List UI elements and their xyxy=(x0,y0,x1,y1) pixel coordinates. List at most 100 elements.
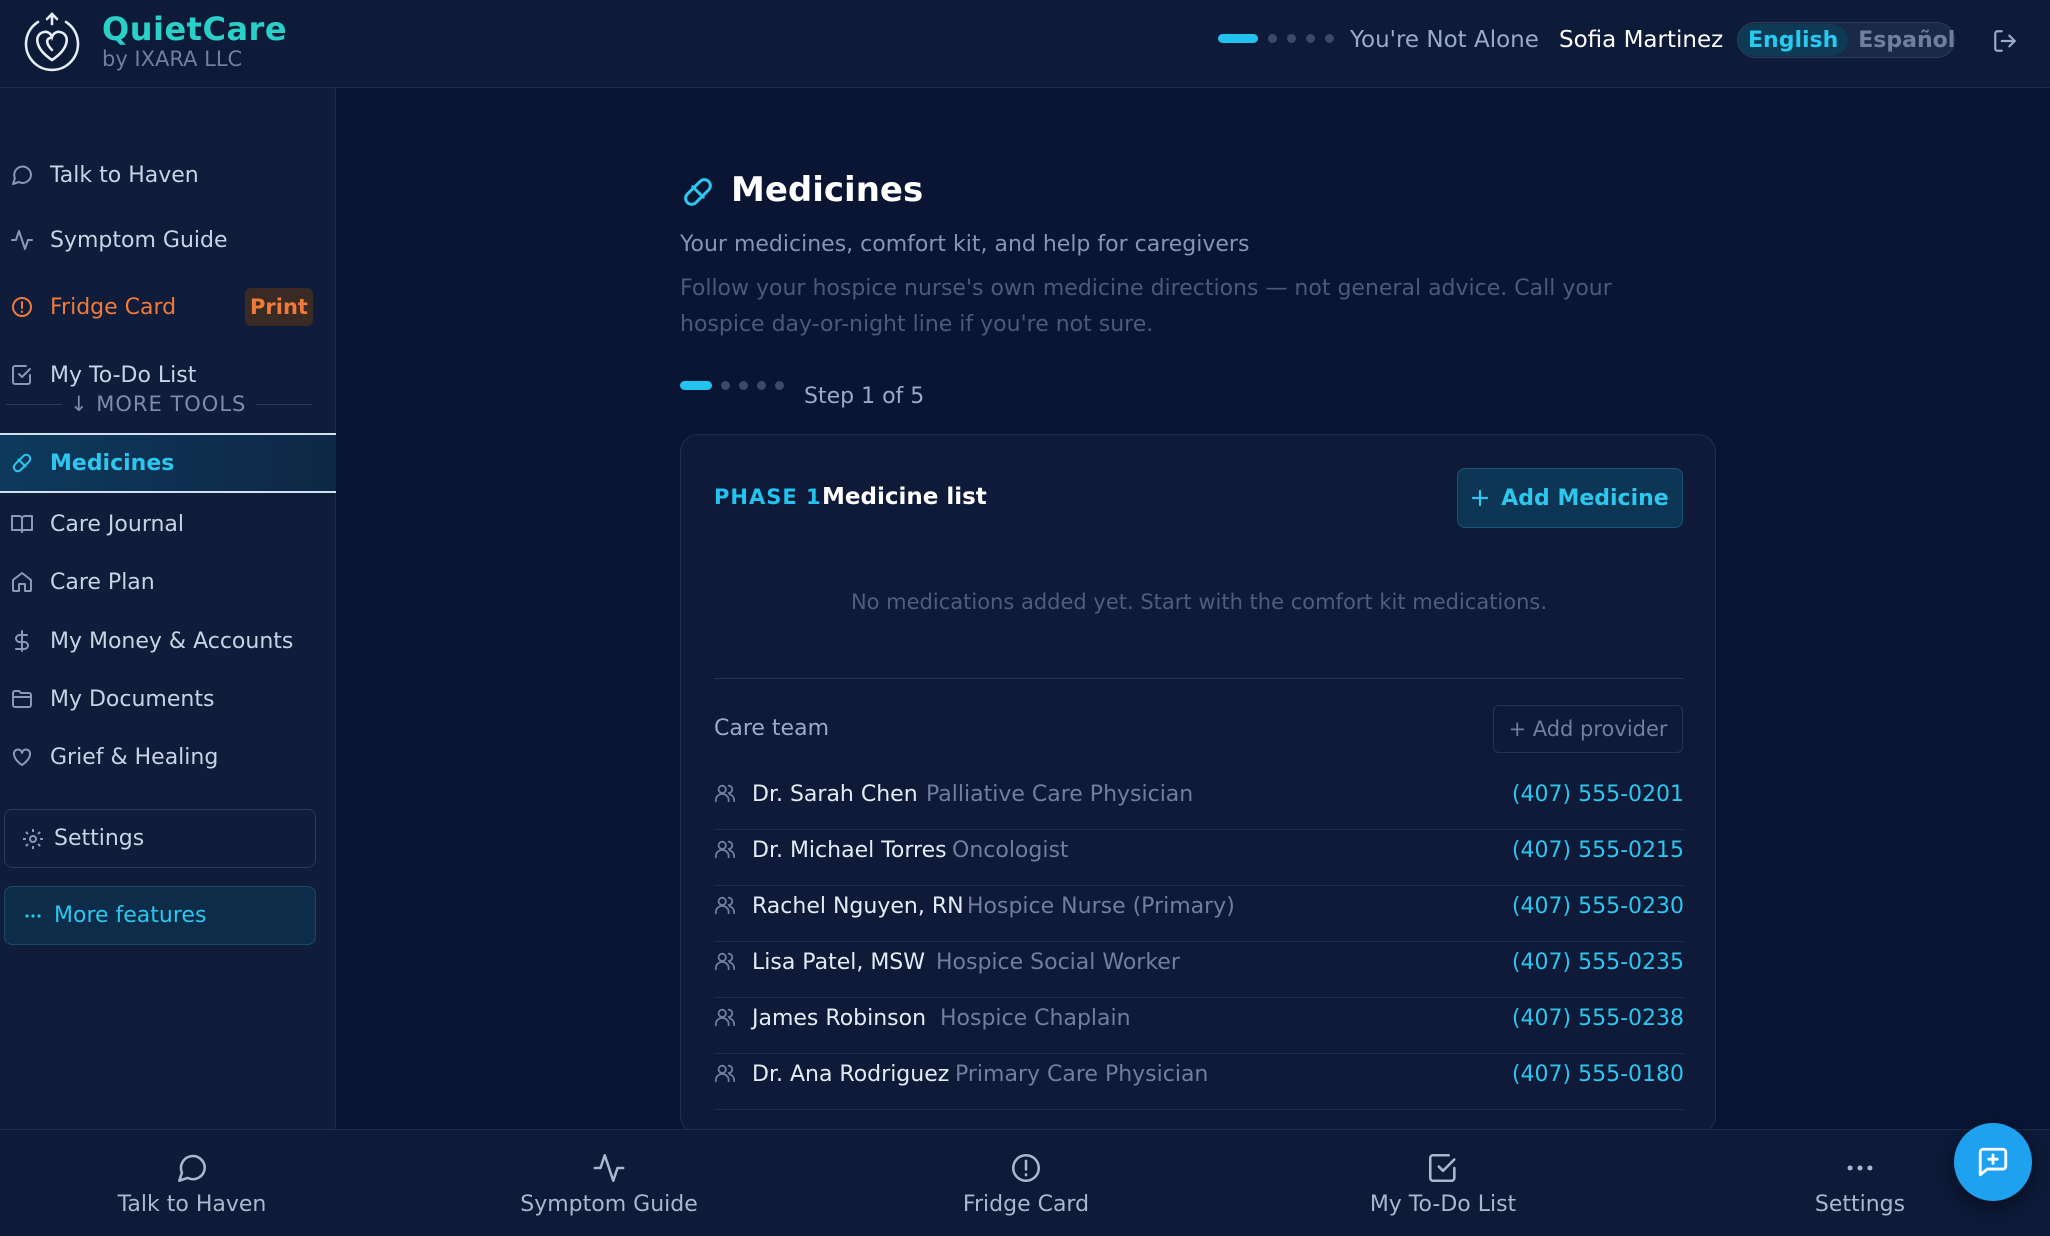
checkbox-icon xyxy=(1426,1151,1460,1185)
provider-phone-link[interactable]: (407) 555-0238 xyxy=(1512,1006,1684,1031)
home-icon xyxy=(10,570,34,594)
dollar-icon xyxy=(10,629,34,653)
quietcare-logo-icon[interactable] xyxy=(20,10,84,74)
provider-row[interactable]: Dr. Ana Rodriguez Primary Care Physician… xyxy=(714,1054,1684,1110)
pill-icon xyxy=(10,451,34,475)
provider-name: James Robinson xyxy=(752,1006,927,1031)
progress-dot xyxy=(1287,34,1296,43)
bottom-nav-settings[interactable]: Settings xyxy=(1735,1130,1985,1236)
provider-phone-link[interactable]: (407) 555-0180 xyxy=(1512,1062,1684,1087)
provider-name: Dr. Michael Torres xyxy=(752,838,947,863)
provider-phone-link[interactable]: (407) 555-0201 xyxy=(1512,782,1684,807)
sidebar-item-label: My Documents xyxy=(50,686,215,712)
bottom-nav-talk-to-haven[interactable]: Talk to Haven xyxy=(67,1130,317,1236)
provider-role: Hospice Nurse (Primary) xyxy=(967,894,1235,919)
sidebar-item-label: Care Journal xyxy=(50,511,185,537)
medicine-disclaimer: Follow your hospice nurse's own medicine… xyxy=(680,276,1612,337)
bottom-nav-label: Symptom Guide xyxy=(520,1192,698,1217)
sidebar-item-medicines[interactable]: Medicines xyxy=(0,433,336,493)
step-dot-active xyxy=(680,381,712,390)
lang-english-button[interactable]: English xyxy=(1738,24,1849,56)
more-features-label: More features xyxy=(54,903,207,928)
sidebar-item-fridge-card[interactable]: Fridge Card Print xyxy=(0,279,336,335)
provider-name: Lisa Patel, MSW xyxy=(752,950,926,975)
print-button[interactable]: Print xyxy=(245,288,313,326)
sidebar-item-label: Talk to Haven xyxy=(50,162,199,188)
sidebar-item-care-plan[interactable]: Care Plan xyxy=(0,554,336,610)
logout-icon[interactable] xyxy=(1992,28,2018,54)
gear-icon xyxy=(21,827,45,851)
bottom-nav-label: Fridge Card xyxy=(962,1192,1090,1217)
progress-dot xyxy=(1325,34,1334,43)
sidebar-item-label: Medicines xyxy=(50,450,175,476)
divider-line xyxy=(256,404,312,405)
phase-title: Medicine list xyxy=(822,484,987,510)
message-plus-icon xyxy=(1976,1145,2010,1179)
bottom-nav: Talk to Haven Symptom Guide Fridge Card … xyxy=(0,1129,2050,1236)
chat-bubble-icon xyxy=(175,1151,209,1185)
medicine-list-card: PHASE 1 Medicine list Add Medicine No me… xyxy=(680,434,1716,1134)
phase-tag: PHASE 1 xyxy=(714,485,822,509)
bottom-nav-my-to-do-list[interactable]: My To-Do List xyxy=(1318,1130,1568,1236)
lang-espanol-button[interactable]: Español xyxy=(1848,24,1965,56)
sidebar: Talk to Haven Symptom Guide Fridge Card … xyxy=(0,88,336,1129)
more-features-button[interactable]: More features xyxy=(4,886,316,945)
folder-icon xyxy=(10,687,34,711)
language-toggle: English Español xyxy=(1737,22,1955,58)
provider-row[interactable]: James Robinson Hospice Chaplain (407) 55… xyxy=(714,998,1684,1054)
sidebar-item-my-money-accounts[interactable]: My Money & Accounts xyxy=(0,613,336,669)
alert-circle-icon xyxy=(1009,1151,1043,1185)
sidebar-item-label: Fridge Card xyxy=(50,294,177,320)
bottom-nav-symptom-guide[interactable]: Symptom Guide xyxy=(484,1130,734,1236)
users-icon xyxy=(714,1062,736,1084)
step-dot xyxy=(739,381,748,390)
top-header: QuietCare by IXARA LLC You're Not Alone … xyxy=(0,0,2050,88)
brand-name: QuietCare xyxy=(102,10,288,48)
sidebar-item-grief-healing[interactable]: Grief & Healing xyxy=(0,729,336,785)
divider-line xyxy=(6,404,62,405)
header-progress-dots xyxy=(1218,34,1334,43)
settings-label: Settings xyxy=(54,826,145,851)
sidebar-item-label: My To-Do List xyxy=(50,362,197,388)
provider-row[interactable]: Lisa Patel, MSW Hospice Social Worker (4… xyxy=(714,942,1684,998)
provider-row[interactable]: Dr. Michael Torres Oncologist (407) 555-… xyxy=(714,830,1684,886)
provider-row[interactable]: Rachel Nguyen, RN Hospice Nurse (Primary… xyxy=(714,886,1684,942)
section-divider xyxy=(714,678,1684,679)
provider-phone-link[interactable]: (407) 555-0215 xyxy=(1512,838,1684,863)
more-dots-icon xyxy=(1843,1151,1877,1185)
sidebar-item-care-journal[interactable]: Care Journal xyxy=(0,496,336,552)
provider-role: Hospice Chaplain xyxy=(940,1006,1131,1031)
bottom-nav-label: Settings xyxy=(1814,1192,1906,1217)
provider-phone-link[interactable]: (407) 555-0230 xyxy=(1512,894,1684,919)
sidebar-item-talk-to-haven[interactable]: Talk to Haven xyxy=(0,147,336,203)
sidebar-item-label: Grief & Healing xyxy=(50,744,219,770)
provider-row[interactable]: Dr. Sarah Chen Palliative Care Physician… xyxy=(714,774,1684,830)
users-icon xyxy=(714,838,736,860)
sidebar-item-label: My Money & Accounts xyxy=(50,628,294,654)
sidebar-settings-button[interactable]: Settings xyxy=(4,809,316,868)
more-tools-divider: ↓ MORE TOOLS xyxy=(0,390,336,420)
users-icon xyxy=(714,950,736,972)
activity-pulse-icon xyxy=(10,228,34,252)
bottom-nav-label: Talk to Haven xyxy=(117,1192,267,1217)
users-icon xyxy=(714,894,736,916)
care-team-heading: Care team xyxy=(714,716,830,741)
provider-name: Dr. Sarah Chen xyxy=(752,782,918,807)
chat-fab-button[interactable] xyxy=(1954,1123,2032,1201)
more-dots-icon xyxy=(21,904,45,928)
add-medicine-label: Add Medicine xyxy=(1501,485,1669,511)
user-name[interactable]: Sofia Martinez xyxy=(1559,27,1723,53)
empty-medicine-message: No medications added yet. Start with the… xyxy=(850,590,1548,614)
add-medicine-button[interactable]: Add Medicine xyxy=(1457,468,1683,528)
plus-icon xyxy=(1471,489,1489,507)
progress-dot xyxy=(1268,34,1277,43)
step-label: Step 1 of 5 xyxy=(804,384,925,409)
header-motto: You're Not Alone xyxy=(1350,27,1539,53)
sidebar-item-symptom-guide[interactable]: Symptom Guide xyxy=(0,212,336,268)
sidebar-item-my-documents[interactable]: My Documents xyxy=(0,671,336,727)
bottom-nav-fridge-card[interactable]: Fridge Card xyxy=(901,1130,1151,1236)
users-icon xyxy=(714,782,736,804)
activity-pulse-icon xyxy=(592,1151,626,1185)
provider-phone-link[interactable]: (407) 555-0235 xyxy=(1512,950,1684,975)
add-provider-button[interactable]: + Add provider xyxy=(1493,705,1683,753)
